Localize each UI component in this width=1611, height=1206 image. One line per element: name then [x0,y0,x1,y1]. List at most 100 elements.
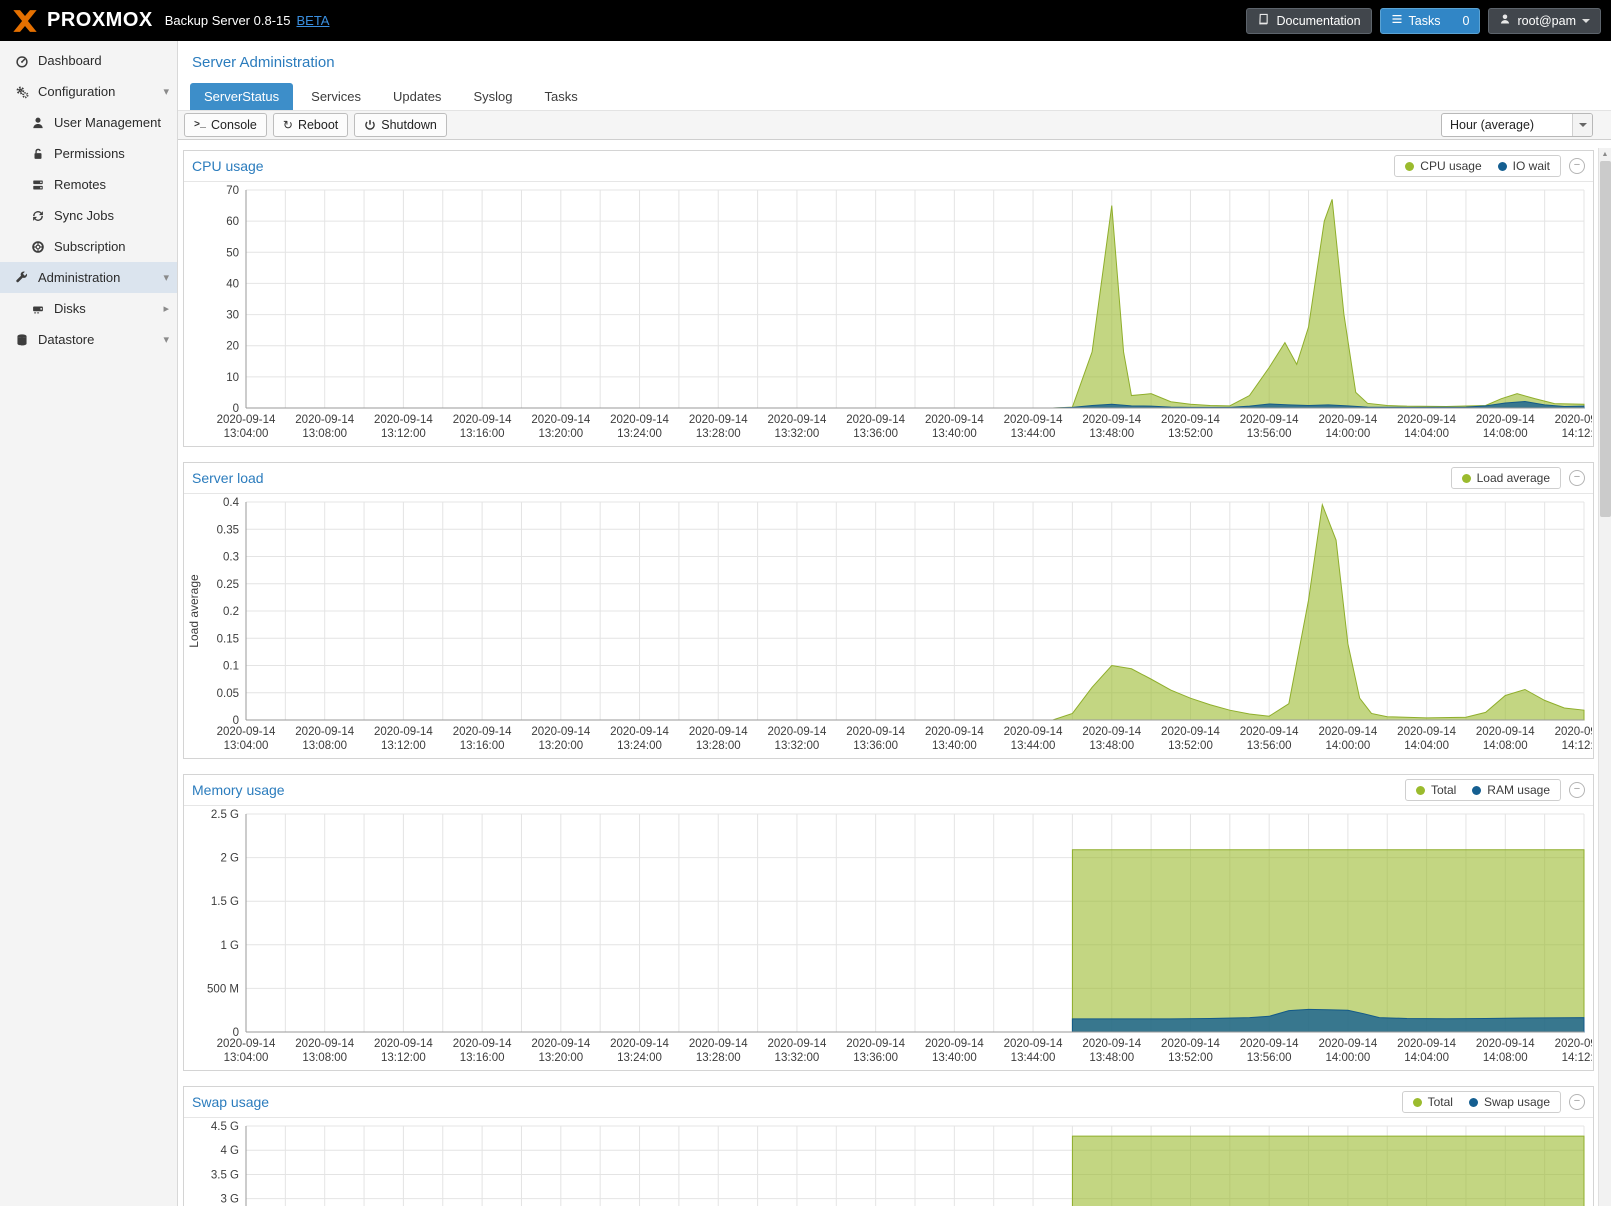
legend-item[interactable]: Swap usage [1469,1095,1550,1109]
svg-text:2020-09-14: 2020-09-14 [1476,726,1535,738]
server-icon [28,178,48,192]
product-version: Backup Server 0.8-15 [165,13,291,28]
server-load-chart: 00.050.10.150.20.250.30.350.42020-09-141… [184,494,1592,758]
svg-text:13:52:00: 13:52:00 [1168,1052,1213,1064]
svg-text:2020-09-14: 2020-09-14 [610,1038,669,1050]
svg-text:2020-09-14: 2020-09-14 [1240,414,1299,426]
user-menu-label: root@pam [1517,14,1576,28]
collapse-panel-icon[interactable]: − [1569,782,1585,798]
svg-text:14:12:00: 14:12:00 [1562,428,1592,440]
svg-text:2020-09-14: 2020-09-14 [1397,726,1456,738]
lifering-icon [28,240,48,254]
collapse-panel-icon[interactable]: − [1569,158,1585,174]
svg-text:2020-09-14: 2020-09-14 [1240,1038,1299,1050]
shutdown-button[interactable]: Shutdown [354,113,447,137]
chevron-right-icon: ▸ [163,302,169,315]
sidebar-item-permissions[interactable]: Permissions [0,138,177,169]
svg-text:2020-09-14: 2020-09-14 [374,1038,433,1050]
proxmox-logo-icon [10,8,40,34]
svg-text:2020-09-14: 2020-09-14 [1004,1038,1063,1050]
series-color-dot [1413,1098,1422,1107]
legend-item[interactable]: Total [1416,783,1456,797]
cpu-usage-chart: 0102030405060702020-09-1413:04:002020-09… [184,182,1592,446]
sidebar-item-dashboard[interactable]: Dashboard [0,45,177,76]
charts-container: CPU usage CPU usageIO wait − 01020304050… [178,140,1611,1206]
svg-text:14:12:00: 14:12:00 [1562,740,1592,752]
svg-text:2020-09-14: 2020-09-14 [295,414,354,426]
documentation-label: Documentation [1276,14,1360,28]
sidebar-item-label: Dashboard [38,53,102,68]
legend-item[interactable]: Total [1413,1095,1453,1109]
legend-item[interactable]: IO wait [1498,159,1550,173]
svg-text:40: 40 [226,278,239,290]
svg-text:2020-09-14: 2020-09-14 [1476,414,1535,426]
svg-text:13:16:00: 13:16:00 [460,740,505,752]
svg-text:4.5 G: 4.5 G [211,1121,239,1133]
book-icon [1257,13,1270,29]
svg-text:2020-09-14: 2020-09-14 [846,414,905,426]
sidebar-item-label: Sync Jobs [54,208,114,223]
legend-item[interactable]: Load average [1462,471,1550,485]
svg-text:2020-09-14: 2020-09-14 [689,1038,748,1050]
timeframe-value: Hour (average) [1450,118,1534,132]
sidebar-item-administration[interactable]: Administration▾ [0,262,177,293]
beta-link[interactable]: BETA [296,13,329,28]
svg-text:13:44:00: 13:44:00 [1011,740,1056,752]
svg-text:0.25: 0.25 [217,579,239,591]
tab-services[interactable]: Services [297,83,375,110]
tab-tasks[interactable]: Tasks [530,83,591,110]
svg-text:13:40:00: 13:40:00 [932,740,977,752]
tab-syslog[interactable]: Syslog [459,83,526,110]
toolbar: >_ Console ↻ Reboot Shutdown Hour (avera… [178,110,1611,140]
svg-text:2020-09-14: 2020-09-14 [925,1038,984,1050]
collapse-panel-icon[interactable]: − [1569,1094,1585,1110]
svg-text:13:24:00: 13:24:00 [617,740,662,752]
legend-item[interactable]: RAM usage [1472,783,1550,797]
tasks-button[interactable]: Tasks 0 [1380,8,1481,34]
sidebar-item-datastore[interactable]: Datastore▾ [0,324,177,355]
svg-text:2020-09-14: 2020-09-14 [217,414,276,426]
panel-title: Swap usage [192,1094,269,1110]
sidebar-item-remotes[interactable]: Remotes [0,169,177,200]
tab-bar: ServerStatus Services Updates Syslog Tas… [190,83,1611,110]
sidebar-item-subscription[interactable]: Subscription [0,231,177,262]
vertical-scrollbar[interactable]: ▲ [1598,148,1611,1206]
svg-text:2020-09-14: 2020-09-14 [1161,726,1220,738]
sidebar-item-sync-jobs[interactable]: Sync Jobs [0,200,177,231]
chevron-down-icon: ▾ [163,333,169,346]
svg-text:13:48:00: 13:48:00 [1089,428,1134,440]
terminal-icon: >_ [194,120,206,131]
collapse-panel-icon[interactable]: − [1569,470,1585,486]
svg-text:13:08:00: 13:08:00 [302,1052,347,1064]
sidebar-item-user-management[interactable]: User Management [0,107,177,138]
chart-legend: Total Swap usage [1402,1091,1561,1113]
timeframe-select[interactable]: Hour (average) [1441,113,1593,137]
chevron-down-icon[interactable] [1572,114,1592,136]
svg-text:2020-09-14: 2020-09-14 [768,1038,827,1050]
database-icon [12,333,32,347]
svg-text:2020-09-14: 2020-09-14 [1476,1038,1535,1050]
series-color-dot [1462,474,1471,483]
power-icon [364,119,376,131]
tab-serverstatus[interactable]: ServerStatus [190,83,293,110]
svg-text:20: 20 [226,341,239,353]
sidebar-item-disks[interactable]: Disks▸ [0,293,177,324]
console-button[interactable]: >_ Console [184,113,267,137]
svg-text:2020-09-14: 2020-09-14 [295,726,354,738]
tab-updates[interactable]: Updates [379,83,455,110]
svg-text:14:12:00: 14:12:00 [1562,1052,1592,1064]
svg-text:2020-09-14: 2020-09-14 [453,414,512,426]
scrollbar-thumb[interactable] [1600,161,1611,517]
legend-item[interactable]: CPU usage [1405,159,1481,173]
reboot-button[interactable]: ↻ Reboot [273,113,348,137]
svg-text:13:40:00: 13:40:00 [932,428,977,440]
scroll-up-icon[interactable]: ▲ [1599,148,1611,161]
svg-text:13:08:00: 13:08:00 [302,740,347,752]
user-menu-button[interactable]: root@pam [1488,8,1601,34]
documentation-button[interactable]: Documentation [1246,8,1371,34]
sidebar-item-configuration[interactable]: Configuration▾ [0,76,177,107]
svg-text:0.15: 0.15 [217,633,239,645]
brand-name: PROXMOX [47,9,153,32]
svg-text:14:00:00: 14:00:00 [1325,1052,1370,1064]
svg-text:13:04:00: 13:04:00 [224,428,269,440]
